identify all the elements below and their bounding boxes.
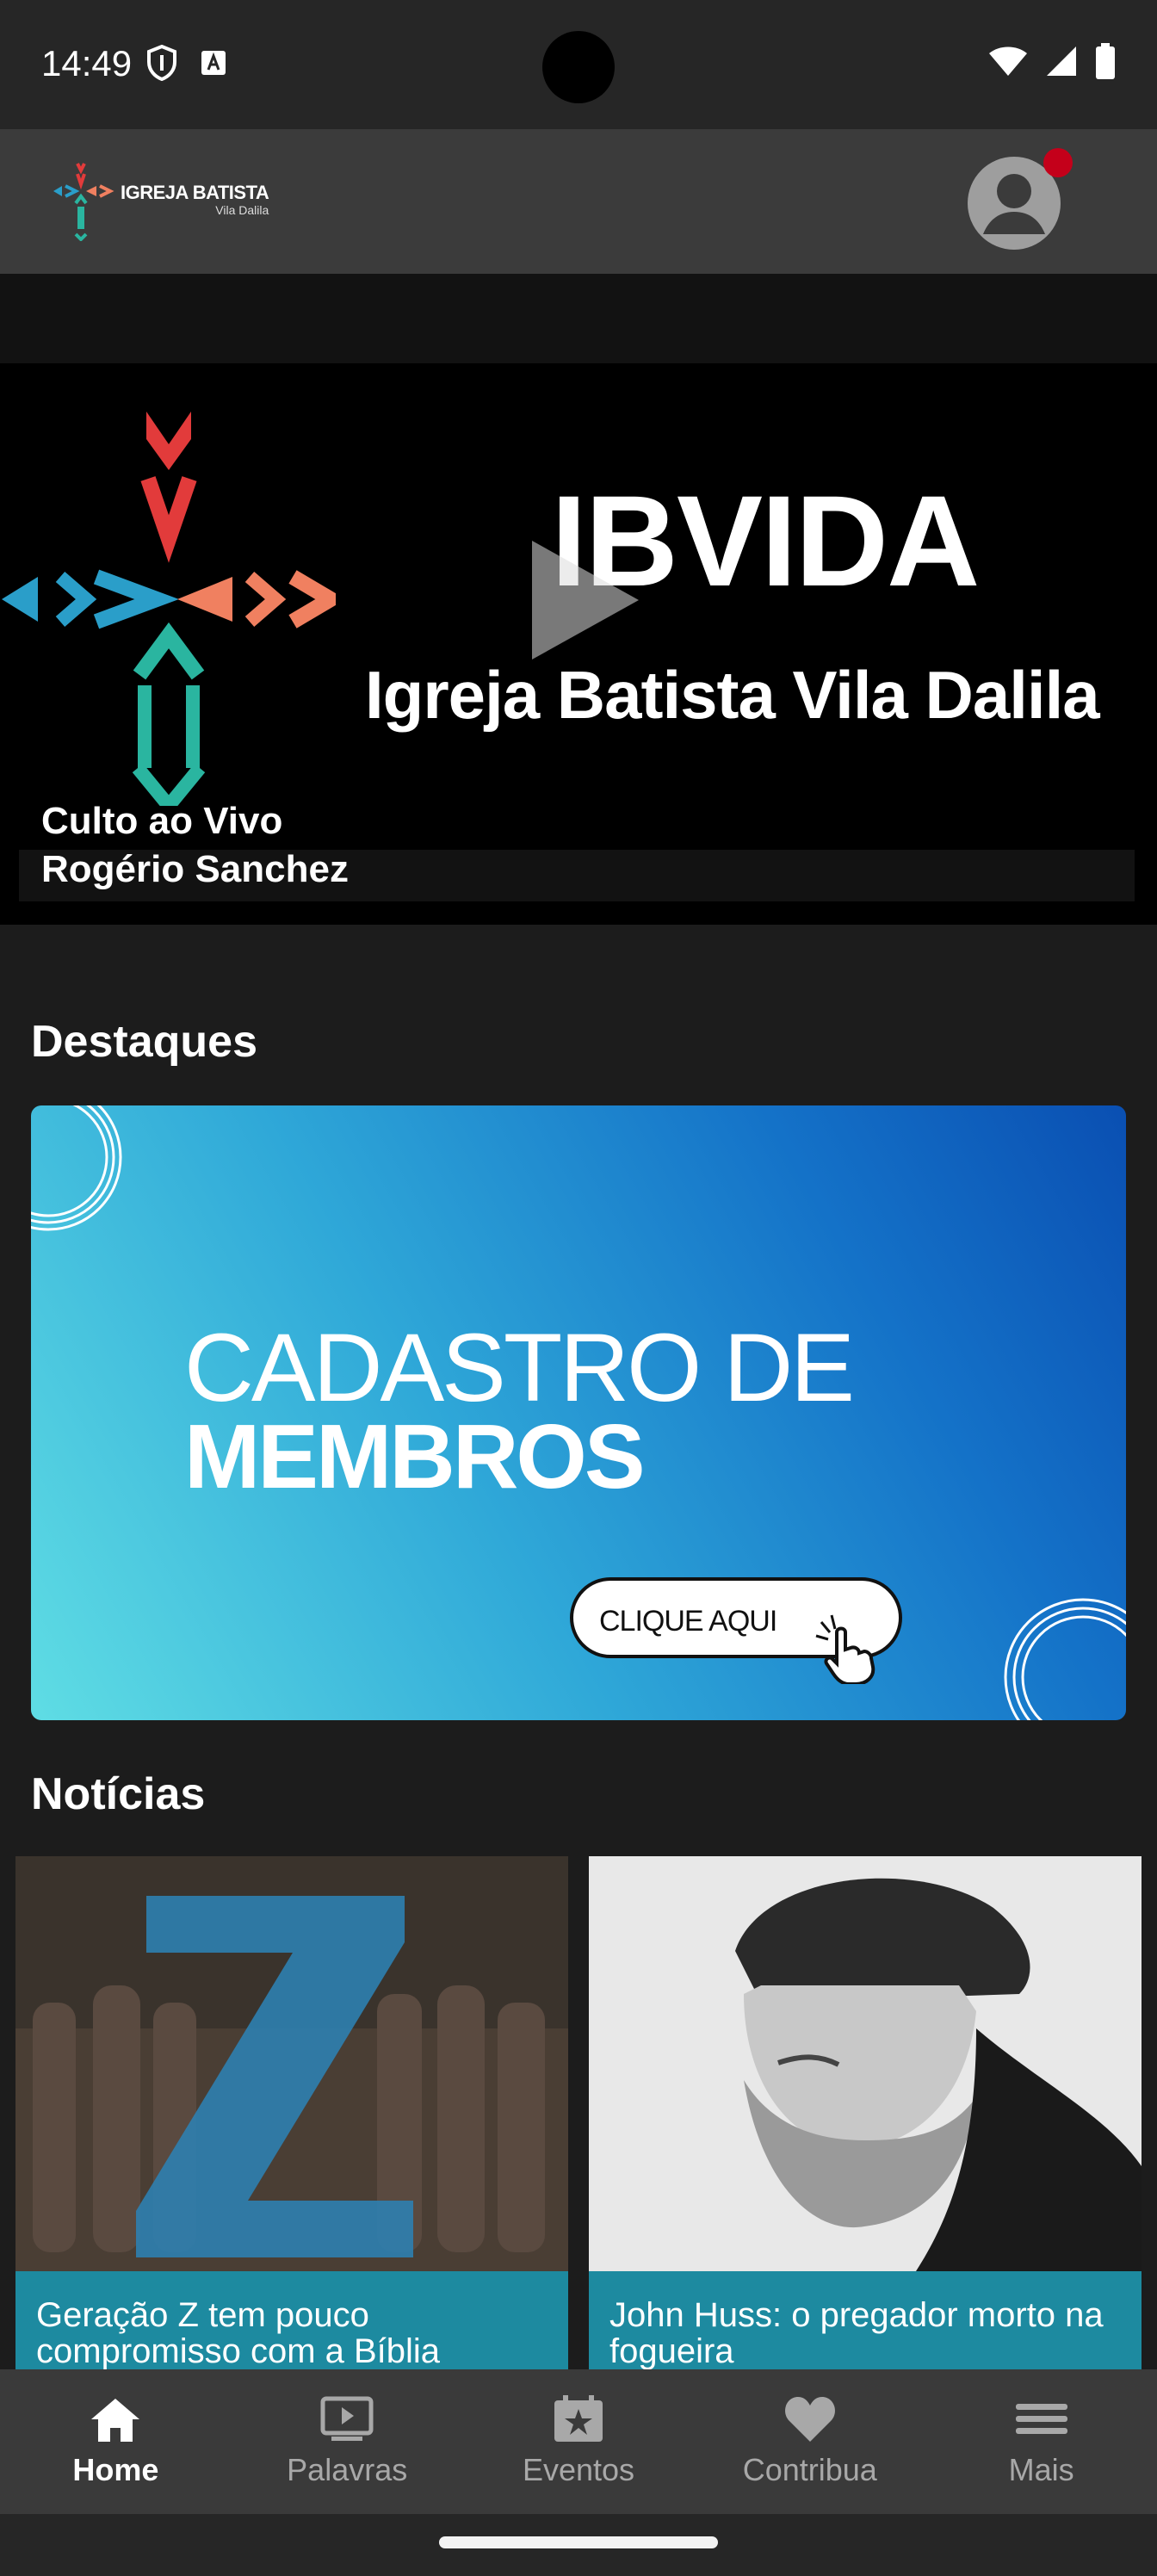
heart-icon — [784, 2397, 835, 2442]
news-card[interactable]: Geração Z tem pouco compromisso com a Bí… — [15, 1856, 568, 2373]
hero-caption-speaker: Rogério Sanchez — [41, 848, 349, 890]
video-play-icon — [320, 2396, 374, 2441]
signal-icon — [1047, 46, 1076, 76]
decorative-circles — [31, 1105, 122, 1231]
click-here-label: CLIQUE AQUI — [599, 1605, 777, 1638]
news-item-title: Geração Z tem pouco compromisso com a Bí… — [36, 2296, 441, 2370]
hero-caption: Culto ao Vivo Rogério Sanchez — [41, 797, 349, 894]
nav-mais-label: Mais — [1008, 2452, 1074, 2487]
cross-logo-icon — [53, 163, 114, 241]
nav-home[interactable]: Home — [0, 2369, 232, 2514]
decorative-circles-bottom — [1004, 1598, 1126, 1720]
hero-church-name: Igreja Batista Vila Dalila — [365, 657, 1100, 733]
nav-contribua-label: Contribua — [742, 2452, 877, 2487]
top-spacer — [0, 274, 1157, 363]
highlights-title: Destaques — [31, 1017, 257, 1067]
logo-subtitle: Vila Dalila — [215, 203, 269, 217]
play-icon[interactable] — [527, 536, 644, 665]
click-here-button[interactable]: CLIQUE AQUI — [570, 1577, 902, 1684]
nav-eventos[interactable]: Eventos — [463, 2369, 695, 2514]
live-video-player[interactable]: IBVIDA Igreja Batista Vila Dalila Culto … — [0, 363, 1157, 925]
battery-icon — [1096, 43, 1115, 79]
menu-icon — [1015, 2404, 1067, 2434]
home-gesture-bar[interactable] — [439, 2536, 718, 2548]
status-time: 14:49 — [41, 43, 133, 84]
nav-home-label: Home — [72, 2452, 159, 2487]
bottom-navigation: Home Palavras Eventos Contribua Mais — [0, 2369, 1157, 2514]
logo-title: IGREJA BATISTA — [121, 182, 269, 203]
generation-z-image — [15, 1856, 568, 2271]
news-card[interactable]: John Huss: o pregador morto na fogueira — [589, 1856, 1142, 2373]
nav-mais[interactable]: Mais — [925, 2369, 1157, 2514]
home-icon — [91, 2399, 140, 2442]
nav-eventos-label: Eventos — [522, 2452, 635, 2487]
status-bar: 14:49 — [0, 0, 1157, 129]
member-registration-banner[interactable]: CADASTRO DE MEMBROS CLIQUE AQUI — [31, 1105, 1126, 1720]
app-bar: IGREJA BATISTA Vila Dalila — [0, 129, 1157, 274]
hero-caption-title: Culto ao Vivo — [41, 800, 283, 842]
shield-icon — [147, 45, 176, 81]
nav-contribua[interactable]: Contribua — [694, 2369, 925, 2514]
news-title: Notícias — [31, 1769, 206, 1819]
banner-line2: MEMBROS — [184, 1406, 646, 1508]
calendar-star-icon — [554, 2395, 603, 2442]
pointing-hand-icon — [815, 1614, 875, 1684]
notification-dot — [1043, 148, 1073, 177]
wifi-icon — [989, 46, 1027, 76]
john-huss-portrait — [589, 1856, 1142, 2271]
nav-palavras[interactable]: Palavras — [232, 2369, 463, 2514]
camera-cutout — [542, 31, 615, 103]
church-logo[interactable]: IGREJA BATISTA Vila Dalila — [50, 158, 269, 241]
news-item-title: John Huss: o pregador morto na fogueira — [609, 2296, 1104, 2370]
accessibility-a-icon — [201, 51, 226, 75]
cross-logo-large-icon — [2, 412, 336, 806]
nav-palavras-label: Palavras — [287, 2452, 408, 2487]
